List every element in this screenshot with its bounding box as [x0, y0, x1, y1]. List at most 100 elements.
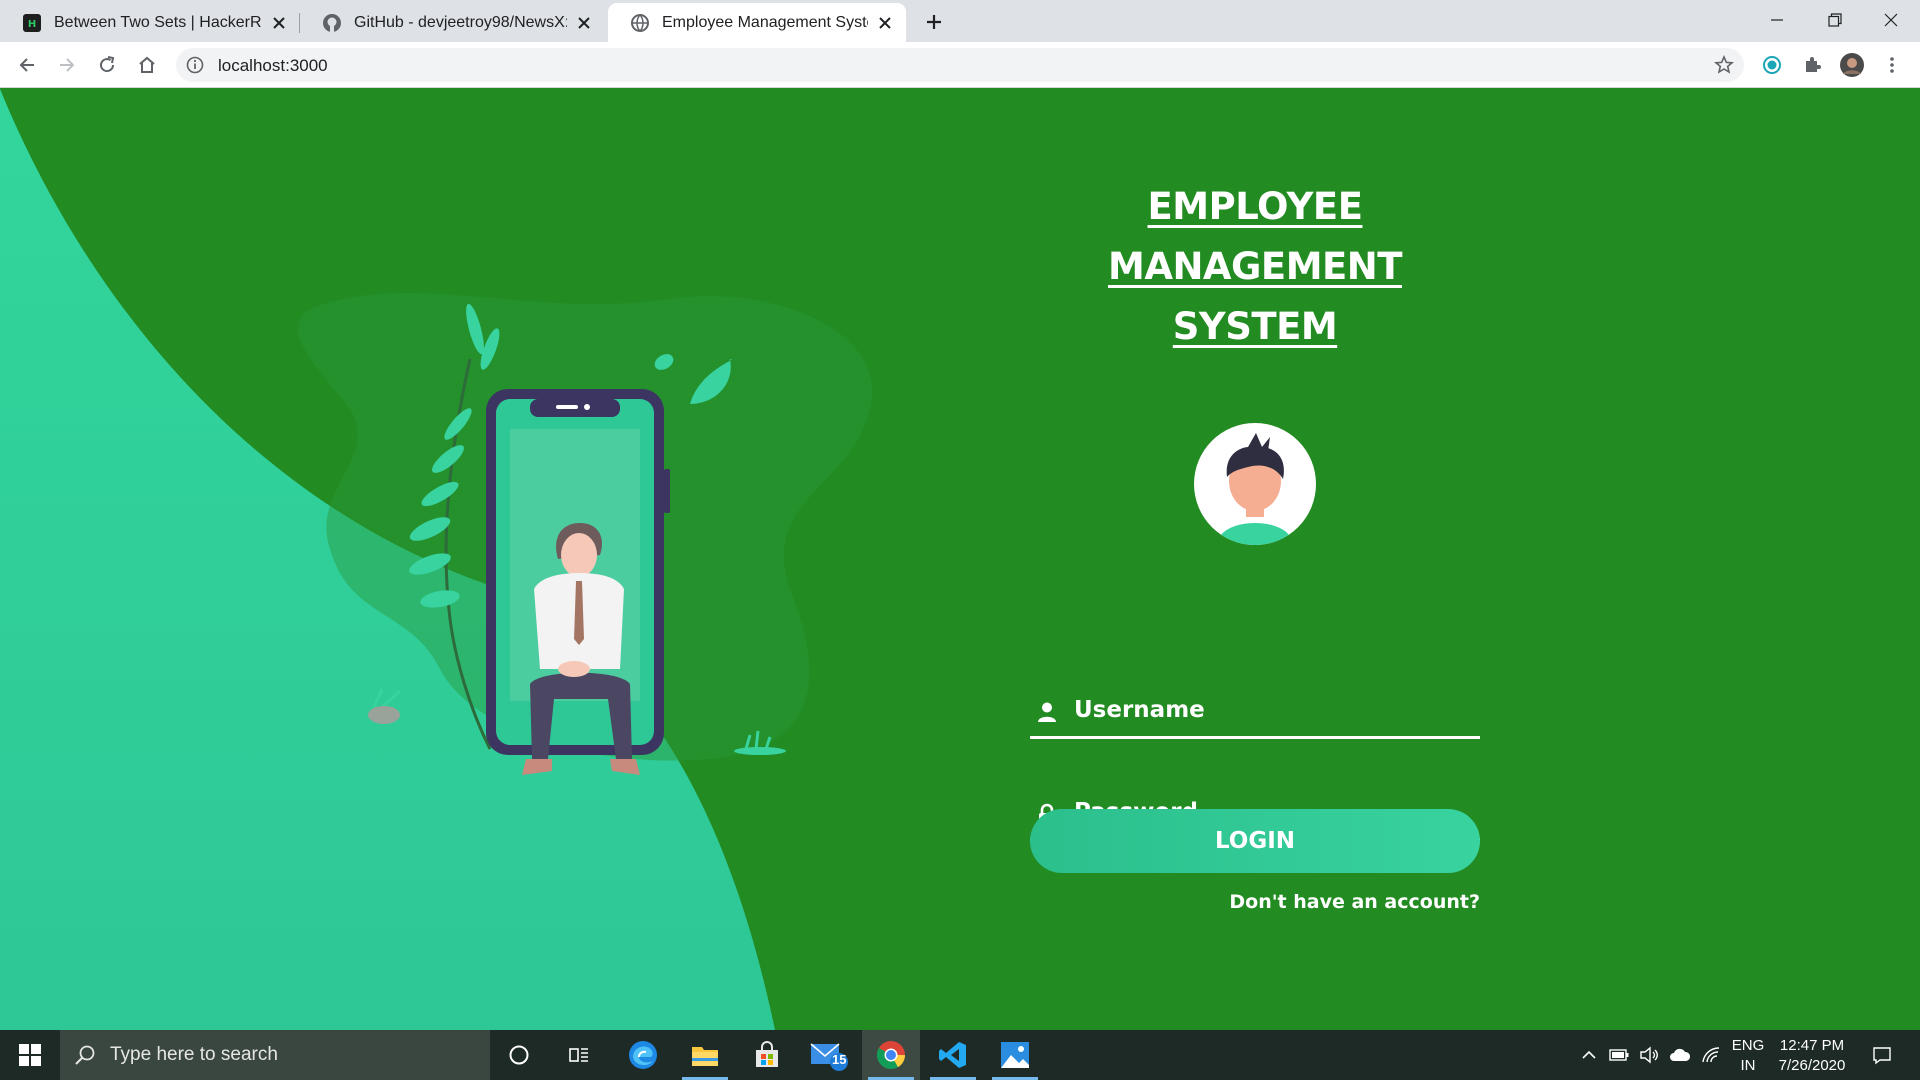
back-button[interactable] — [11, 49, 43, 81]
page-title: EMPLOYEE MANAGEMENT SYSTEM — [1030, 177, 1480, 357]
store-bag-icon — [756, 1041, 778, 1067]
avatar — [1194, 423, 1316, 545]
taskbar-chrome[interactable] — [862, 1030, 920, 1080]
globe-icon — [631, 13, 649, 32]
github-icon — [323, 13, 341, 32]
cloud-icon — [1670, 1048, 1691, 1061]
taskbar-file-explorer[interactable] — [676, 1030, 734, 1080]
extension-circle-icon — [1763, 56, 1781, 74]
minimize-button[interactable] — [1748, 0, 1806, 40]
task-view-button[interactable] — [550, 1030, 608, 1080]
address-bar[interactable]: localhost:3000 — [176, 48, 1744, 82]
language-line-2: IN — [1740, 1057, 1756, 1074]
login-button[interactable]: LOGIN — [1030, 809, 1480, 873]
login-page: EMPLOYEE MANAGEMENT SYSTEM Username Pass… — [0, 89, 1920, 1030]
start-button[interactable] — [0, 1030, 60, 1080]
title-line-1: EMPLOYEE — [1147, 185, 1363, 228]
browser-toolbar: localhost:3000 — [0, 42, 1920, 88]
svg-text:H: H — [28, 19, 36, 30]
speaker-icon — [1640, 1046, 1658, 1064]
vscode-icon — [939, 1042, 966, 1068]
small-plant — [368, 688, 401, 724]
phone-illustration — [297, 292, 873, 775]
cortana-circle-icon — [509, 1045, 529, 1065]
login-form: EMPLOYEE MANAGEMENT SYSTEM Username Pass… — [1030, 89, 1480, 1030]
close-tab-icon[interactable] — [876, 14, 894, 32]
reload-button[interactable] — [91, 49, 123, 81]
mail-badge: 15 — [832, 1052, 847, 1067]
taskbar-vscode[interactable] — [924, 1030, 982, 1080]
close-window-button[interactable] — [1862, 0, 1920, 40]
more-vert-icon — [1890, 57, 1894, 73]
menu-button[interactable] — [1876, 49, 1908, 81]
home-icon — [139, 56, 155, 73]
clock-date: 7/26/2020 — [1778, 1057, 1846, 1074]
close-tab-icon[interactable] — [270, 14, 288, 32]
tab-title: Between Two Sets | HackerRank — [54, 13, 262, 31]
phone-side-button — [664, 469, 670, 513]
taskbar-mail[interactable]: 15 — [800, 1030, 858, 1080]
user-icon — [1038, 702, 1056, 722]
taskbar-store[interactable] — [738, 1030, 796, 1080]
task-view-icon — [569, 1048, 588, 1062]
profile-button[interactable] — [1836, 49, 1868, 81]
search-icon — [75, 1045, 95, 1065]
restore-icon — [1828, 13, 1842, 27]
windows-logo-icon — [19, 1044, 41, 1066]
windows-taskbar: Type here to search 15 ENG IN 12:47 PM 7… — [0, 1030, 1920, 1080]
cortana-button[interactable] — [490, 1030, 548, 1080]
new-tab-button[interactable] — [918, 6, 950, 38]
clock-time: 12:47 PM — [1779, 1037, 1845, 1054]
search-placeholder: Type here to search — [110, 1044, 278, 1065]
battery-button[interactable] — [1606, 1030, 1632, 1080]
edge-icon — [629, 1041, 657, 1069]
extension-button[interactable] — [1756, 49, 1788, 81]
home-button[interactable] — [131, 49, 163, 81]
arrow-right-icon — [60, 58, 75, 72]
chrome-icon — [877, 1041, 905, 1069]
tab-title: Employee Management System — [662, 13, 868, 31]
photos-icon — [1001, 1042, 1029, 1068]
tab-github[interactable]: GitHub - devjeetroy98/NewsX: Th — [300, 3, 605, 42]
close-icon — [1884, 13, 1898, 27]
username-field[interactable]: Username — [1030, 683, 1480, 739]
background-wave — [0, 89, 775, 1030]
signup-link[interactable]: Don't have an account? — [1229, 891, 1480, 913]
info-icon[interactable] — [186, 56, 204, 74]
volume-button[interactable] — [1636, 1030, 1662, 1080]
action-center-button[interactable] — [1862, 1030, 1902, 1080]
plus-icon — [927, 15, 941, 29]
tab-strip: H Between Two Sets | HackerRank GitHub -… — [0, 0, 1920, 42]
restore-button[interactable] — [1806, 0, 1864, 40]
arrow-left-icon — [19, 58, 34, 72]
reload-icon — [100, 56, 115, 73]
forward-button[interactable] — [51, 49, 83, 81]
onedrive-button[interactable] — [1666, 1030, 1694, 1080]
tray-overflow-button[interactable] — [1576, 1030, 1602, 1080]
network-button[interactable] — [1698, 1030, 1724, 1080]
title-line-2: MANAGEMENT SYSTEM — [1108, 245, 1403, 348]
minimize-icon — [1771, 19, 1783, 21]
url-text: localhost:3000 — [218, 56, 328, 75]
battery-icon — [1609, 1049, 1629, 1061]
hackerrank-icon: H — [23, 13, 41, 32]
close-tab-icon[interactable] — [575, 14, 593, 32]
tab-title: GitHub - devjeetroy98/NewsX: Th — [354, 13, 567, 31]
puzzle-icon — [1806, 57, 1821, 72]
username-placeholder: Username — [1074, 697, 1205, 723]
bookmark-star-icon[interactable] — [1714, 55, 1734, 75]
clock[interactable]: 12:47 PM 7/26/2020 — [1772, 1036, 1852, 1076]
language-line-1: ENG — [1731, 1037, 1765, 1054]
taskbar-edge[interactable] — [614, 1030, 672, 1080]
taskbar-search-box[interactable]: Type here to search — [60, 1030, 490, 1080]
language-indicator[interactable]: ENG IN — [1728, 1036, 1768, 1076]
taskbar-photos[interactable] — [986, 1030, 1044, 1080]
chevron-up-icon — [1582, 1050, 1596, 1059]
folder-icon — [692, 1047, 718, 1066]
notification-icon — [1873, 1047, 1891, 1065]
wifi-icon — [1702, 1047, 1720, 1063]
profile-avatar-icon — [1840, 53, 1864, 77]
extensions-button[interactable] — [1796, 49, 1828, 81]
tab-employee-management[interactable]: Employee Management System — [608, 3, 906, 42]
tab-hackerrank[interactable]: H Between Two Sets | HackerRank — [0, 3, 300, 42]
